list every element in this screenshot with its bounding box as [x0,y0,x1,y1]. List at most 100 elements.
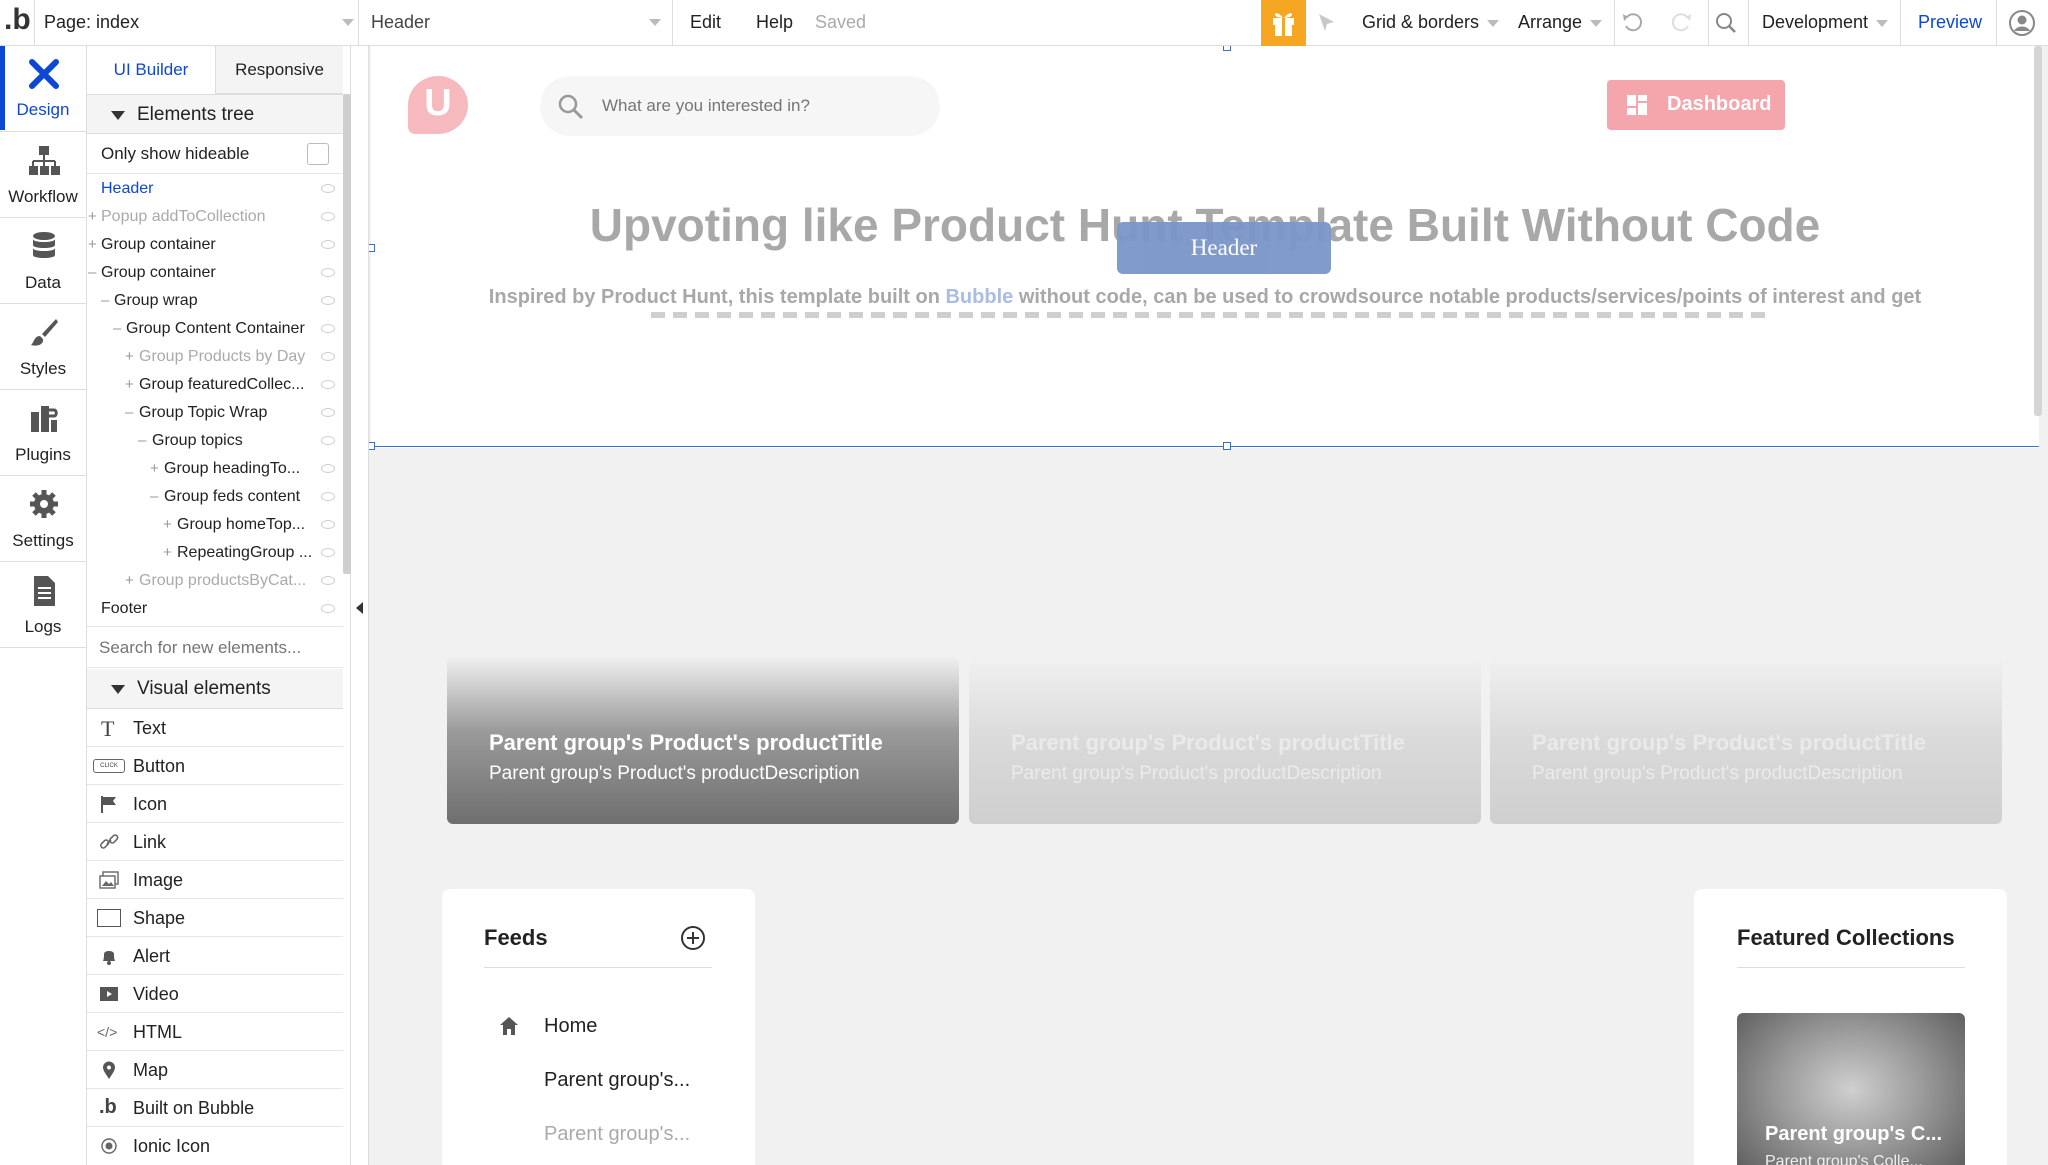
eye-icon[interactable] [321,184,335,193]
page-header-area[interactable]: U Dashboard Upvotin [369,46,2039,450]
tree-item[interactable]: + Group container [87,231,343,259]
selection-handle[interactable] [1223,46,1231,51]
eye-icon[interactable] [321,268,335,277]
tree-item[interactable]: + Group Products by Day [87,343,343,371]
plus-icon[interactable]: + [163,511,172,539]
feeds-home-item[interactable]: Home [484,1009,712,1045]
tree-item[interactable]: Header [87,175,343,203]
tree-item[interactable]: + Group homeTop... [87,511,343,539]
gift-button[interactable] [1261,0,1306,46]
eye-icon[interactable] [321,352,335,361]
feeds-panel[interactable]: Feeds Home Parent group's... Parent grou… [442,889,755,1165]
product-card[interactable]: Parent group's Product's productTitle Pa… [969,656,1481,824]
plus-icon[interactable]: + [125,343,134,371]
tree-item[interactable]: – Group wrap [87,287,343,315]
search-elements-input[interactable] [99,633,335,663]
visual-element-shape[interactable]: Shape [87,899,343,937]
visual-element-alert[interactable]: Alert [87,937,343,975]
rail-item-settings[interactable]: Settings [0,476,86,561]
account-avatar-icon[interactable] [2008,9,2036,37]
eye-icon[interactable] [321,548,335,557]
visual-element-icon[interactable]: Icon [87,785,343,823]
selection-handle[interactable] [1223,442,1231,450]
rail-item-workflow[interactable]: Workflow [0,132,86,217]
visual-element-button[interactable]: CLICK Button [87,747,343,785]
featured-collection-card[interactable]: Parent group's C... Parent group's Colle… [1737,1013,1965,1165]
minus-icon[interactable]: – [138,427,146,455]
visual-element-text[interactable]: T Text [87,709,343,747]
plus-icon[interactable]: + [125,567,134,595]
grid-borders-menu[interactable]: Grid & borders [1362,0,1500,46]
add-feed-icon[interactable] [680,925,706,951]
canvas-scrollbar[interactable] [2034,46,2042,416]
eye-icon[interactable] [321,492,335,501]
tree-item[interactable]: – Group Content Container [87,315,343,343]
page-selector[interactable]: Page: index [44,0,354,46]
panel-collapse-strip[interactable] [351,46,369,1165]
eye-icon[interactable] [321,240,335,249]
tree-item[interactable]: Footer [87,595,343,623]
plus-icon[interactable]: + [125,371,134,399]
plus-icon[interactable]: + [163,539,172,567]
tab-responsive[interactable]: Responsive [215,46,343,94]
visual-element-map[interactable]: Map [87,1051,343,1089]
minus-icon[interactable]: – [88,259,96,287]
search-icon[interactable] [1713,10,1739,36]
visual-elements-header[interactable]: Visual elements [87,669,343,709]
tree-item[interactable]: + Popup addToCollection [87,203,343,231]
eye-icon[interactable] [321,576,335,585]
feeds-item[interactable]: Parent group's... [544,1069,690,1092]
eye-icon[interactable] [321,212,335,221]
undo-icon[interactable] [1620,10,1646,36]
tree-item[interactable]: + RepeatingGroup ... [87,539,343,567]
eye-icon[interactable] [321,324,335,333]
rail-item-styles[interactable]: Styles [0,304,86,389]
cursor-select-icon[interactable] [1316,12,1338,34]
design-canvas[interactable]: U Dashboard Upvotin [369,46,2048,1165]
selection-handle[interactable] [369,442,375,450]
only-show-hideable-checkbox[interactable] [307,143,329,165]
rail-item-design[interactable]: Design [0,46,86,130]
tree-item[interactable]: – Group Topic Wrap [87,399,343,427]
visual-element-video[interactable]: Video [87,975,343,1013]
product-card[interactable]: Parent group's Product's productTitle Pa… [447,656,959,824]
product-card[interactable]: Parent group's Product's productTitle Pa… [1490,656,2002,824]
eye-icon[interactable] [321,380,335,389]
featured-collections-panel[interactable]: Featured Collections Parent group's C...… [1694,889,2007,1165]
tree-item[interactable]: – Group topics [87,427,343,455]
visual-element-image[interactable]: Image [87,861,343,899]
eye-icon[interactable] [321,296,335,305]
rail-item-logs[interactable]: Logs [0,562,86,647]
minus-icon[interactable]: – [125,399,133,427]
plus-icon[interactable]: + [150,455,159,483]
elements-tree-header[interactable]: Elements tree [87,94,343,134]
eye-icon[interactable] [321,520,335,529]
redo-icon[interactable] [1668,10,1694,36]
tree-item[interactable]: + Group productsByCat... [87,567,343,595]
eye-icon[interactable] [321,604,335,613]
arrange-menu[interactable]: Arrange [1518,0,1603,46]
minus-icon[interactable]: – [101,287,109,315]
feeds-item[interactable]: Parent group's... [544,1123,690,1146]
eye-icon[interactable] [321,408,335,417]
minus-icon[interactable]: – [150,483,158,511]
rail-item-data[interactable]: Data [0,218,86,303]
tree-item[interactable]: – Group feds content [87,483,343,511]
tree-item[interactable]: – Group container [87,259,343,287]
visual-element-built-on-bubble[interactable]: .b Built on Bubble [87,1089,343,1127]
element-selector[interactable]: Header [371,0,661,46]
menu-edit[interactable]: Edit [690,0,721,46]
minus-icon[interactable]: – [113,315,121,343]
environment-selector[interactable]: Development [1762,0,1889,46]
visual-element-link[interactable]: Link [87,823,343,861]
bubble-logo-icon[interactable]: .b [4,0,34,46]
eye-icon[interactable] [321,436,335,445]
visual-element-ionic-icon[interactable]: Ionic Icon [87,1127,343,1165]
tree-item[interactable]: + Group headingTo... [87,455,343,483]
plus-icon[interactable]: + [88,231,97,259]
tree-item[interactable]: + Group featuredCollec... [87,371,343,399]
rail-item-plugins[interactable]: Plugins [0,390,86,475]
panel-scrollbar[interactable] [343,94,351,574]
tab-ui-builder[interactable]: UI Builder [87,46,215,94]
preview-button[interactable]: Preview [1918,0,1982,46]
